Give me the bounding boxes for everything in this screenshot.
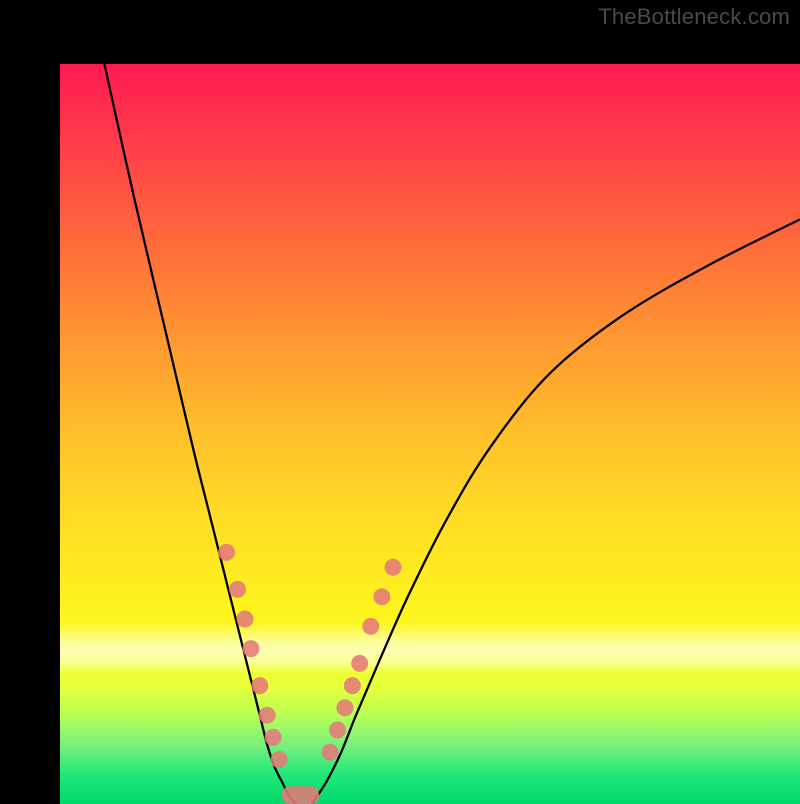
bottom-blob <box>282 786 319 804</box>
data-dot <box>265 729 282 746</box>
data-dot <box>362 618 379 635</box>
data-dot <box>373 588 390 605</box>
data-dot <box>336 699 353 716</box>
data-dot <box>271 751 288 768</box>
data-dot <box>242 640 259 657</box>
chart-frame <box>0 0 800 800</box>
data-dot <box>259 707 276 724</box>
data-dot <box>218 544 235 561</box>
data-dot <box>329 722 346 739</box>
data-dot <box>251 677 268 694</box>
dots-right <box>322 559 402 761</box>
data-dot <box>344 677 361 694</box>
chart-plot-area <box>60 64 800 804</box>
data-dot <box>385 559 402 576</box>
watermark-text: TheBottleneck.com <box>598 4 790 30</box>
dots-left <box>218 544 288 768</box>
data-dot <box>237 611 254 628</box>
curve-left <box>104 64 296 804</box>
curve-right <box>312 219 800 804</box>
data-dot <box>351 655 368 672</box>
data-dot <box>229 581 246 598</box>
data-dot <box>322 744 339 761</box>
curve-layer <box>60 64 800 804</box>
